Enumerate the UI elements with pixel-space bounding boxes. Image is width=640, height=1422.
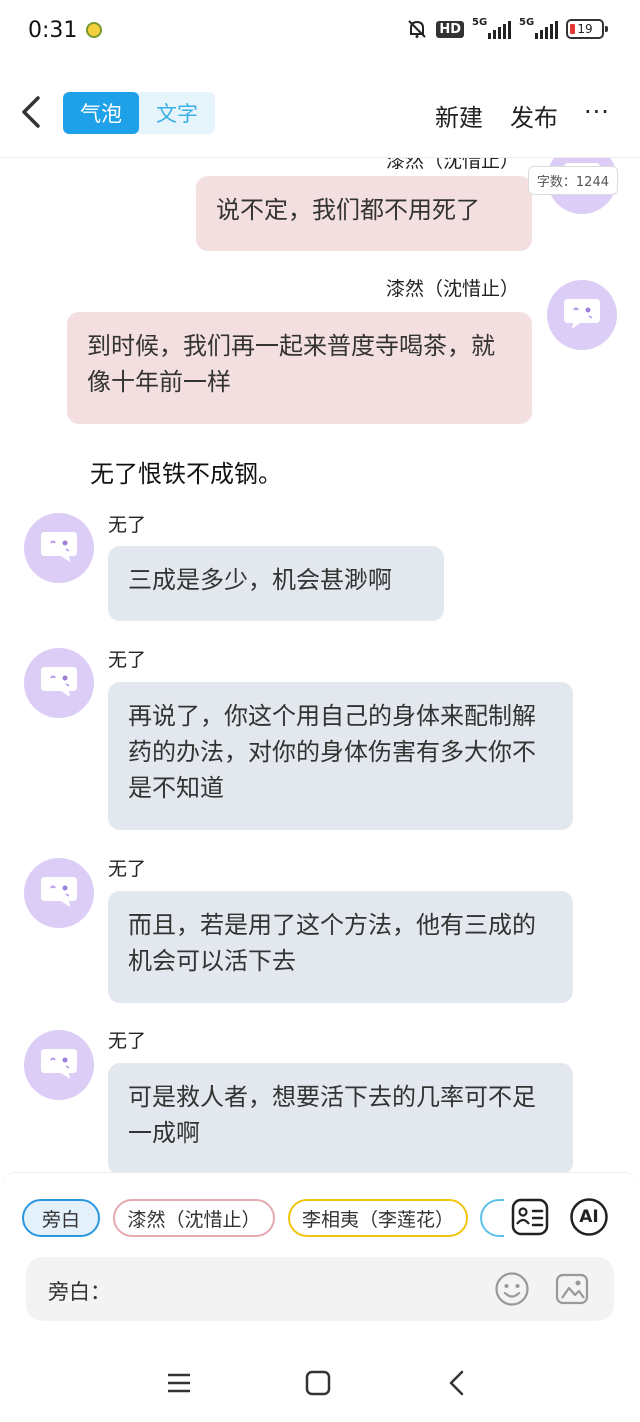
tab-text[interactable]: 文字 (139, 92, 215, 134)
system-nav-bar (0, 1344, 640, 1422)
speaker-name: 无了 (108, 1030, 147, 1052)
status-icons: HD 5G 5G 19 (406, 17, 608, 40)
home-square-icon (305, 1370, 331, 1396)
chevron-left-icon (22, 96, 40, 128)
avatar[interactable] (24, 858, 94, 928)
emoji-button[interactable] (494, 1271, 530, 1307)
role-chip-narration[interactable]: 旁白 (22, 1199, 100, 1237)
composer-panel: 旁白 漆然（沈惜止） 李相夷（李莲花） AI 旁白： (0, 1172, 640, 1344)
chat-bubble-face-icon (564, 299, 600, 329)
message-bubble[interactable]: 可是救人者，想要活下去的几率可不足一成啊 (108, 1063, 573, 1172)
message-bubble[interactable]: 三成是多少，机会甚渺啊 (108, 546, 444, 621)
narration-text[interactable]: 无了恨铁不成钢。 (90, 454, 282, 489)
chat-area[interactable]: 漆然（沈惜止） 说不定，我们都不用死了 字数：1244 漆然（沈惜止） 到时候，… (0, 158, 640, 1172)
speaker-name: 无了 (108, 649, 147, 671)
menu-button[interactable] (164, 1368, 194, 1398)
image-icon (555, 1273, 589, 1305)
role-chip-qiran[interactable]: 漆然（沈惜止） (113, 1199, 275, 1237)
message-input[interactable]: 旁白： (26, 1257, 614, 1321)
signal-icon-2: 5G (519, 17, 558, 39)
ai-button[interactable]: AI (569, 1197, 609, 1237)
avatar[interactable] (24, 1030, 94, 1100)
message-bubble[interactable]: 到时候，我们再一起来普度寺喝茶，就像十年前一样 (67, 312, 532, 424)
avatar[interactable] (24, 648, 94, 718)
message-bubble[interactable]: 而且，若是用了这个方法，他有三成的机会可以活下去 (108, 891, 573, 1003)
chat-bubble-face-icon (41, 1049, 77, 1079)
input-role-label: 旁白： (48, 1280, 111, 1304)
home-button[interactable] (303, 1368, 333, 1398)
message-bubble[interactable]: 说不定，我们都不用死了 (196, 176, 532, 251)
speaker-name: 漆然（沈惜止） (386, 158, 520, 172)
more-button[interactable]: ··· (584, 98, 610, 126)
avatar[interactable] (24, 513, 94, 583)
role-list-button[interactable] (510, 1197, 550, 1237)
message-bubble[interactable]: 再说了，你这个用自己的身体来配制解药的办法，对你的身体伤害有多大你不是不知道 (108, 682, 573, 830)
role-chip-lixiangyi[interactable]: 李相夷（李莲花） (288, 1199, 468, 1237)
menu-icon (168, 1373, 190, 1393)
tab-bubble[interactable]: 气泡 (63, 92, 139, 134)
smiley-icon (495, 1272, 529, 1306)
back-nav-button[interactable] (442, 1368, 472, 1398)
word-count: 字数：1244 (527, 166, 618, 195)
image-button[interactable] (554, 1271, 590, 1307)
ai-label: AI (579, 1207, 599, 1227)
back-button[interactable] (18, 92, 48, 132)
new-button[interactable]: 新建 (435, 98, 483, 133)
back-arrow-icon (449, 1370, 464, 1396)
role-chip-partial[interactable] (480, 1199, 504, 1237)
publish-button[interactable]: 发布 (510, 98, 558, 133)
speaker-name: 漆然（沈惜止） (386, 278, 520, 300)
signal-icon: 5G (472, 17, 511, 39)
status-time: 0:31 (28, 18, 78, 43)
chat-bubble-face-icon (41, 532, 77, 562)
view-mode-toggle: 气泡 文字 (63, 92, 215, 134)
status-bar: 0:31 HD 5G 5G 19 (0, 0, 640, 64)
contact-card-icon (511, 1198, 549, 1236)
chat-bubble-face-icon (41, 877, 77, 907)
chat-bubble-face-icon (41, 667, 77, 697)
avatar[interactable] (547, 280, 617, 350)
notification-icon (86, 22, 102, 38)
speaker-name: 无了 (108, 858, 147, 880)
battery-icon: 19 (566, 19, 608, 39)
mute-bell-icon (406, 18, 428, 40)
hd-badge: HD (436, 20, 464, 38)
speaker-name: 无了 (108, 514, 147, 536)
top-app-bar: 气泡 文字 新建 发布 ··· (0, 64, 640, 158)
